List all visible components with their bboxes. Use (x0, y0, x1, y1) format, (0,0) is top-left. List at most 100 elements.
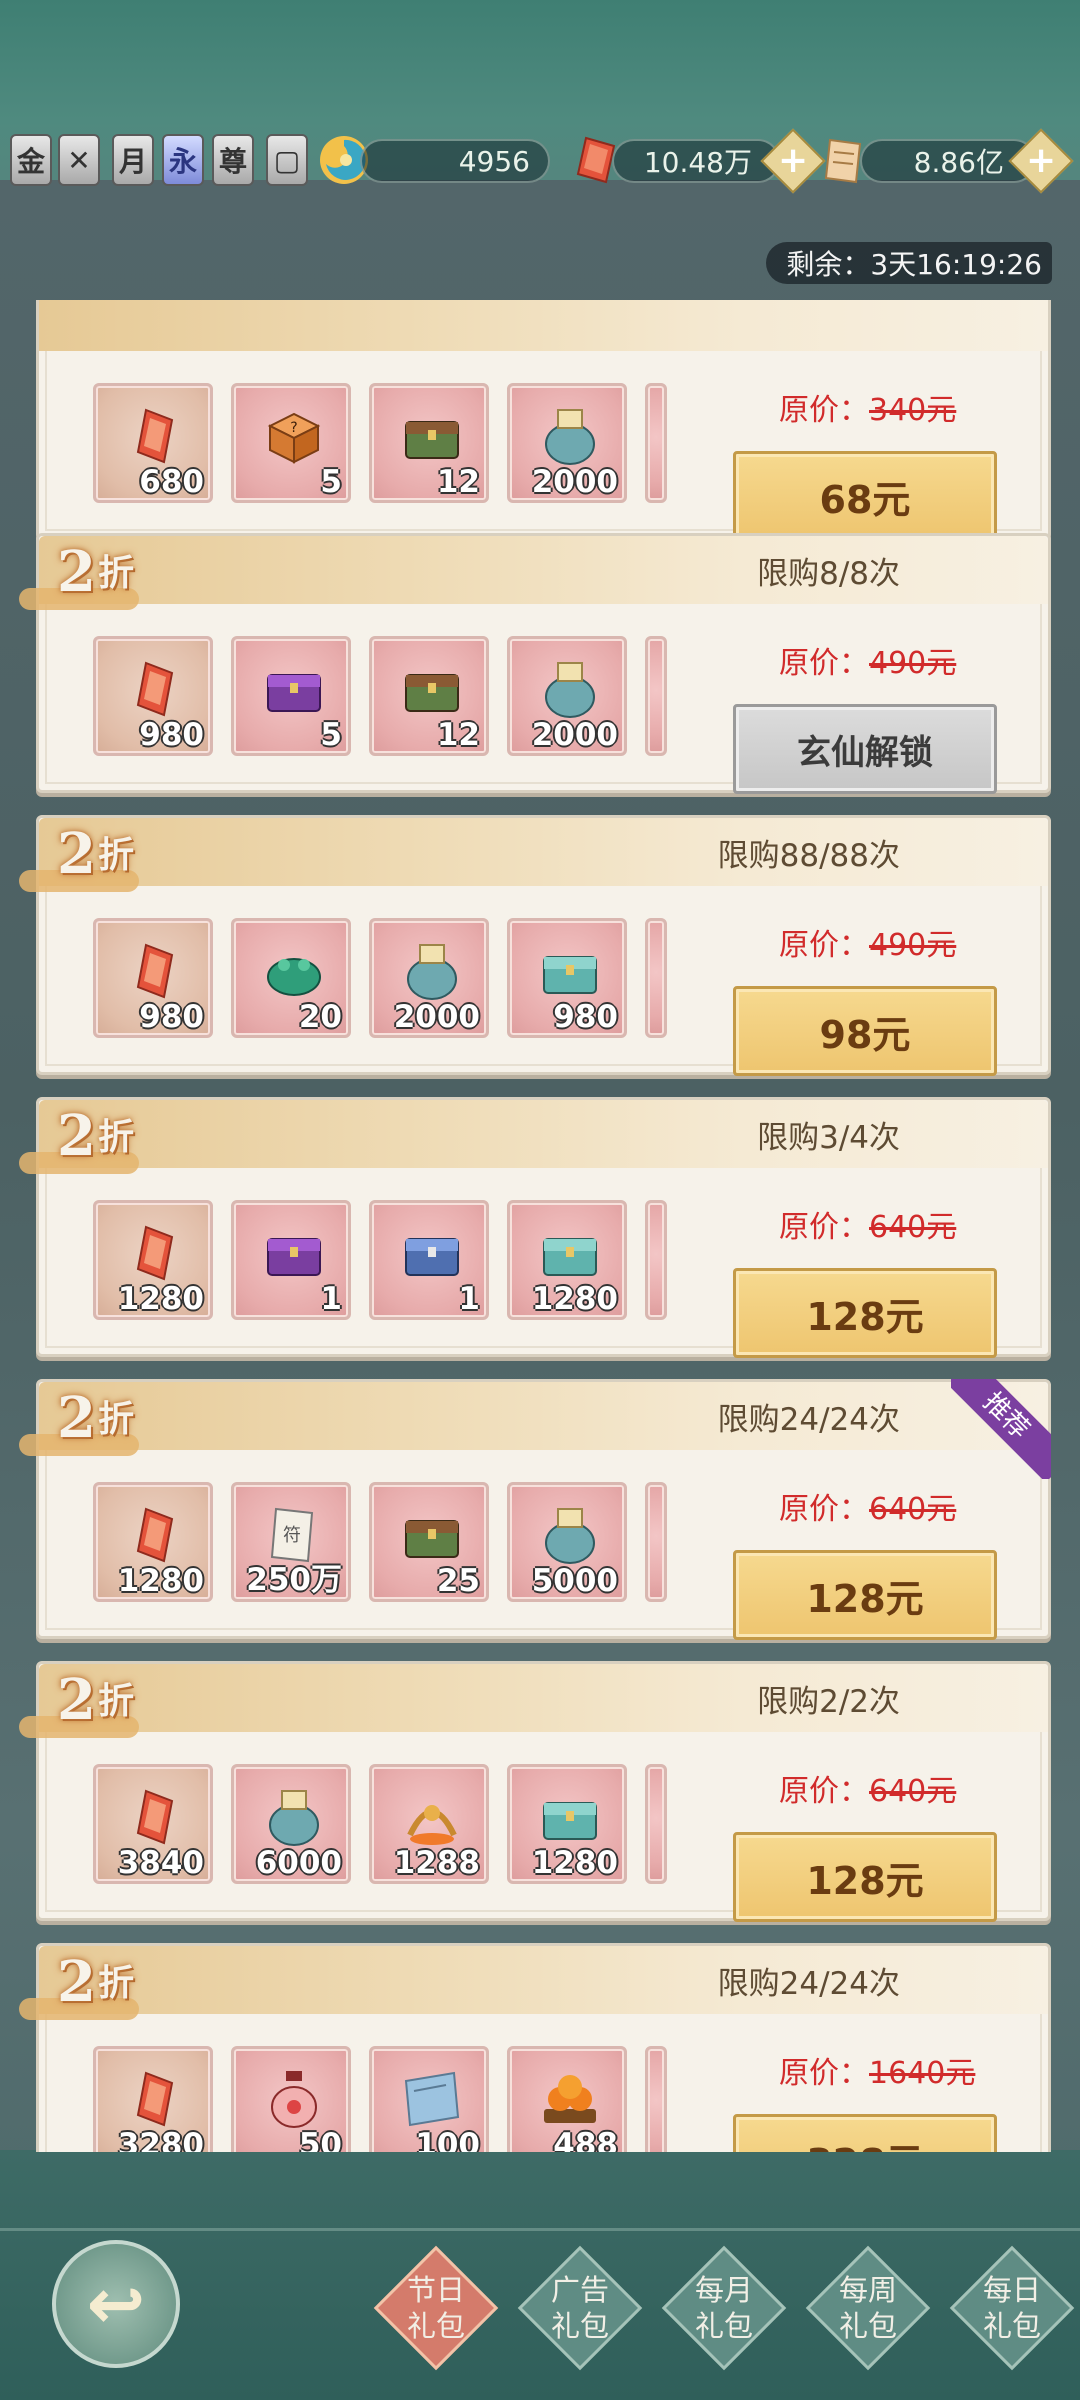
red-jade-icon (136, 1507, 174, 1563)
reward-item-slot[interactable]: 6000 (231, 1764, 351, 1884)
original-price-value: 490元 (869, 646, 957, 681)
gift-pack-card: 2 折 限购3/4次 1280 1 1 1280 原价：640元 128元 (19, 1097, 1051, 1358)
back-button[interactable]: ↩ (52, 2240, 180, 2368)
more-items-edge[interactable] (645, 1482, 667, 1602)
blue-chest-icon (405, 1238, 459, 1276)
discount-label: 2折 (57, 1950, 134, 2010)
reward-item-slot[interactable]: 1288 (369, 1764, 489, 1884)
gift-pack-card: 2 折 限购2/2次 3840 6000 1288 1280 原价：640元 128元 (19, 1661, 1051, 1922)
privilege-badge-supreme[interactable]: 尊 (212, 134, 254, 186)
more-items-edge[interactable] (645, 1200, 667, 1320)
privilege-badge-forever[interactable]: 永 (162, 134, 204, 186)
item-quantity: 1288 (393, 1845, 480, 1881)
more-items-edge[interactable] (645, 636, 667, 756)
reward-item-slot[interactable]: 3840 (93, 1764, 213, 1884)
purple-chest-icon (267, 674, 321, 712)
reward-item-slot[interactable]: 1280 (93, 1482, 213, 1602)
buy-button[interactable]: 68元 (733, 451, 997, 541)
fire-orb-icon (544, 2075, 596, 2123)
original-price: 原价：490元 (779, 920, 956, 964)
reward-item-slot[interactable]: 100 (369, 2046, 489, 2152)
reward-item-slot[interactable]: 1280 (507, 1764, 627, 1884)
nav-tab[interactable]: 每周 礼包 (805, 2245, 931, 2371)
item-quantity: 5 (320, 464, 342, 500)
nav-tab[interactable]: 节日 礼包 (373, 2245, 499, 2371)
item-quantity: 1280 (531, 1845, 618, 1881)
gift-pack-list[interactable]: 680? 5 12 2000 原价：340元 68元 2 折限购8/8次 980 5 12 2000 原… (0, 300, 1080, 2152)
reward-item-slot[interactable]: 1 (369, 1200, 489, 1320)
recommend-label: 推荐 (951, 1379, 1051, 1479)
ticket-amount: 10.48万 (612, 139, 780, 183)
reward-item-slot[interactable]: 5 (231, 636, 351, 756)
purchase-limit: 限购88/88次 (717, 838, 900, 874)
reward-item-slot[interactable]: ? 5 (231, 383, 351, 503)
nav-tab[interactable]: 每日 礼包 (949, 2245, 1075, 2371)
privilege-badge-cross[interactable]: ✕ (58, 134, 100, 186)
gift-pack-card: 680? 5 12 2000 原价：340元 68元 (36, 300, 1051, 541)
more-items-edge[interactable] (645, 1764, 667, 1884)
reward-item-slot[interactable]: 3280 (93, 2046, 213, 2152)
privilege-badge-card[interactable]: ▢ (266, 134, 308, 186)
reward-item-slot[interactable]: 5000 (507, 1482, 627, 1602)
discount-unit: 折 (97, 1117, 134, 1158)
buy-button[interactable]: 128元 (733, 1832, 997, 1922)
reward-item-slot[interactable]: 980 (93, 918, 213, 1038)
reward-item-slot[interactable]: 50 (231, 2046, 351, 2152)
item-quantity: 1280 (531, 1281, 618, 1317)
purple-chest-icon (267, 1238, 321, 1276)
reward-item-slot[interactable]: 符 250万 (231, 1482, 351, 1602)
reward-item-slot[interactable]: 980 (507, 918, 627, 1038)
discount-unit: 折 (97, 553, 134, 594)
reward-item-slot[interactable]: 2000 (507, 383, 627, 503)
more-items-edge[interactable] (645, 383, 667, 503)
privilege-badge-month[interactable]: 月 (112, 134, 154, 186)
item-quantity: 50 (298, 2127, 342, 2152)
buy-button[interactable]: 128元 (733, 1550, 997, 1640)
purchase-limit: 限购24/24次 (717, 1966, 900, 2002)
original-price: 原价：640元 (779, 1766, 956, 1810)
buy-button[interactable]: 328元 (733, 2114, 997, 2152)
discount-number: 2 (57, 821, 96, 887)
item-quantity: 100 (415, 2127, 480, 2152)
nav-tab[interactable]: 每月 礼包 (661, 2245, 787, 2371)
recommend-ribbon: 推荐 (951, 1379, 1051, 1479)
gift-pack-card: 2 折 限购24/24次 推荐 1280 符 250万 25 5000 原价：640元 128元 (19, 1379, 1051, 1640)
reward-item-slot[interactable]: 1 (231, 1200, 351, 1320)
original-price-value: 1640元 (869, 2056, 976, 2091)
more-items-edge[interactable] (645, 2046, 667, 2152)
original-price-label: 原价： (779, 1774, 869, 1809)
add-paper-button[interactable]: + (1008, 128, 1074, 194)
privilege-badge-gold[interactable]: 金 (10, 134, 52, 186)
reward-item-slot[interactable]: 980 (93, 636, 213, 756)
more-items-edge[interactable] (645, 918, 667, 1038)
red-jade-icon (136, 661, 174, 717)
discount-number: 2 (57, 1385, 96, 1451)
svg-text:?: ? (290, 420, 297, 436)
reward-item-slot[interactable]: 488 (507, 2046, 627, 2152)
nav-divider (0, 2228, 1080, 2231)
unlock-button[interactable]: 玄仙解锁 (733, 704, 997, 794)
item-quantity: 5 (320, 717, 342, 753)
discount-unit: 折 (97, 1399, 134, 1440)
original-price-value: 340元 (869, 393, 957, 428)
tab-label: 每月 礼包 (695, 2272, 753, 2344)
item-quantity: 980 (139, 717, 204, 753)
reward-item-slot[interactable]: 20 (231, 918, 351, 1038)
item-quantity: 488 (553, 2127, 618, 2152)
reward-item-slot[interactable]: 1280 (93, 1200, 213, 1320)
reward-item-slot[interactable]: 2000 (369, 918, 489, 1038)
red-jade-icon (136, 943, 174, 999)
reward-items: 980 20 2000 980 (93, 918, 667, 1038)
original-price: 原价：340元 (779, 385, 956, 429)
reward-item-slot[interactable]: 12 (369, 636, 489, 756)
reward-item-slot[interactable]: 2000 (507, 636, 627, 756)
reward-item-slot[interactable]: 12 (369, 383, 489, 503)
buy-button[interactable]: 98元 (733, 986, 997, 1076)
nav-tab[interactable]: 广告 礼包 (517, 2245, 643, 2371)
reward-item-slot[interactable]: 680 (93, 383, 213, 503)
tab-label-line2: 礼包 (694, 2309, 753, 2343)
reward-item-slot[interactable]: 1280 (507, 1200, 627, 1320)
original-price-label: 原价： (779, 646, 869, 681)
reward-item-slot[interactable]: 25 (369, 1482, 489, 1602)
buy-button[interactable]: 128元 (733, 1268, 997, 1358)
